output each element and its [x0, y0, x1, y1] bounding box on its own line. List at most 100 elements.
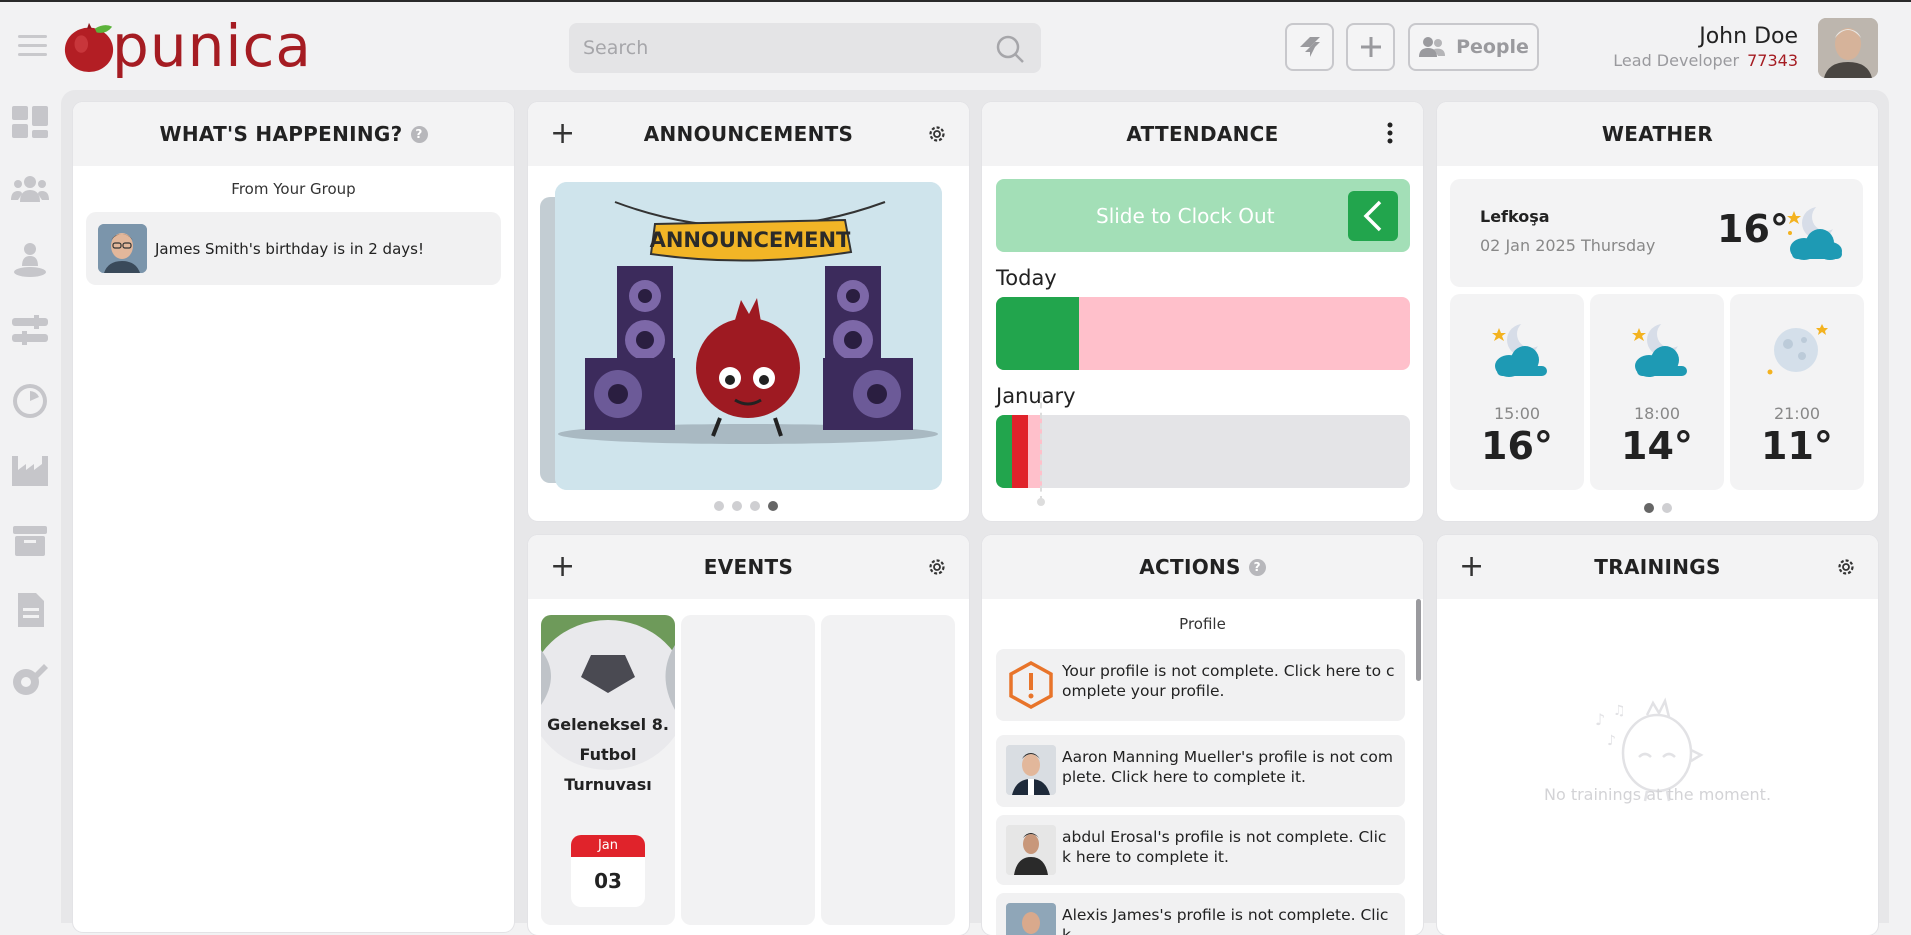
- action-item[interactable]: Your profile is not complete. Click here…: [996, 649, 1405, 721]
- forecast-item: 18:00 14°: [1590, 294, 1724, 490]
- settings-sliders-icon[interactable]: [10, 310, 50, 350]
- logo-text: punica: [112, 12, 312, 80]
- avatar[interactable]: [1818, 18, 1878, 78]
- help-icon[interactable]: ?: [410, 125, 428, 143]
- event-date-badge: Jan 03: [571, 835, 645, 907]
- actions-header: ACTIONS ?: [982, 535, 1423, 599]
- action-text: Alexis James's profile is not complete. …: [1062, 906, 1389, 935]
- people-button[interactable]: People: [1408, 23, 1539, 71]
- edit-settings-icon[interactable]: [10, 660, 50, 700]
- search-input[interactable]: [569, 23, 969, 73]
- scrollbar[interactable]: [1416, 599, 1421, 681]
- avatar: [1006, 825, 1056, 875]
- add-button[interactable]: [1346, 23, 1395, 71]
- month-progress-bar: [996, 415, 1410, 488]
- weather-title: WEATHER: [1601, 122, 1714, 146]
- events-title: EVENTS: [703, 555, 794, 579]
- forecast-time: 15:00: [1493, 404, 1541, 423]
- svg-text:♪: ♪: [1595, 710, 1605, 729]
- forecast-item: 15:00 16°: [1450, 294, 1584, 490]
- actions-title: ACTIONS: [1139, 555, 1241, 579]
- empty-state-text: No trainings at the moment.: [1543, 785, 1772, 804]
- user-name[interactable]: John Doe: [1699, 24, 1798, 49]
- moon-cloud-icon: [1632, 320, 1687, 377]
- action-item[interactable]: Aaron Manning Mueller's profile is not c…: [996, 735, 1405, 807]
- add-event-button[interactable]: +: [550, 552, 575, 582]
- avatar: [98, 224, 147, 273]
- gear-icon[interactable]: [1836, 557, 1856, 577]
- list-item[interactable]: James Smith's birthday is in 2 days!: [86, 212, 501, 285]
- attendance-title: ATTENDANCE: [1126, 122, 1279, 146]
- month-label: January: [996, 384, 1076, 408]
- events-header: + EVENTS: [528, 535, 969, 599]
- weather-card: WEATHER Lefkoşa 02 Jan 2025 Thursday 16°…: [1437, 102, 1878, 521]
- actions-card: ACTIONS ? Profile Your profile is not co…: [982, 535, 1423, 935]
- carousel-dots: [714, 501, 778, 511]
- today-marker-line: [1040, 392, 1042, 502]
- people-icon: [1419, 37, 1446, 57]
- weather-city: Lefkoşa: [1480, 207, 1550, 226]
- month-segment-absent: [1012, 415, 1028, 488]
- carousel-dot[interactable]: [714, 501, 724, 511]
- whats-happening-header: WHAT'S HAPPENING? ?: [73, 102, 514, 166]
- today-marker-dot: [1037, 498, 1045, 506]
- top-bar: punica People John Doe Lead Developer773: [0, 0, 1911, 90]
- archive-icon[interactable]: [10, 520, 50, 560]
- today-progress-bar: [996, 297, 1410, 370]
- weather-header: WEATHER: [1437, 102, 1878, 166]
- event-day: 03: [594, 869, 622, 893]
- team-icon[interactable]: [10, 170, 50, 210]
- event-card-placeholder: [821, 615, 955, 925]
- events-card: + EVENTS Geleneksel 8. Futbol Turnuvası …: [528, 535, 969, 935]
- document-icon[interactable]: [10, 590, 50, 630]
- person-icon[interactable]: [10, 240, 50, 280]
- attendance-header: ATTENDANCE: [982, 102, 1423, 166]
- carousel-dot-active[interactable]: [768, 501, 778, 511]
- whats-happening-subtitle: From Your Group: [231, 180, 356, 198]
- carousel-dot[interactable]: [1662, 503, 1672, 513]
- carousel-dot[interactable]: [750, 501, 760, 511]
- carousel-dot-active[interactable]: [1644, 503, 1654, 513]
- forecast-temp: 14°: [1621, 424, 1693, 468]
- avatar: [1006, 903, 1056, 935]
- forecast-time: 21:00: [1773, 404, 1821, 423]
- gear-icon[interactable]: [927, 557, 947, 577]
- search-box[interactable]: [569, 23, 1041, 73]
- search-icon[interactable]: [995, 34, 1025, 64]
- slider-handle[interactable]: [1348, 191, 1398, 241]
- action-item[interactable]: Alexis James's profile is not complete. …: [996, 893, 1405, 935]
- month-segment-present: [996, 415, 1012, 488]
- chevron-left-icon: [1363, 200, 1382, 232]
- user-code: 77343: [1747, 51, 1798, 70]
- user-role: Lead Developer 77343: [1613, 51, 1798, 70]
- clock-icon[interactable]: [10, 380, 50, 420]
- forecast-item: 21:00 11°: [1730, 294, 1864, 490]
- forecast-temp: 16°: [1481, 424, 1553, 468]
- factory-icon[interactable]: [10, 450, 50, 490]
- jira-icon: [1299, 37, 1320, 57]
- jira-button[interactable]: [1285, 23, 1334, 71]
- actions-subtitle: Profile: [1179, 615, 1226, 633]
- current-weather: Lefkoşa 02 Jan 2025 Thursday 16°: [1450, 179, 1863, 287]
- hamburger-menu-icon[interactable]: [18, 35, 47, 57]
- list-item-text: James Smith's birthday is in 2 days!: [155, 239, 424, 258]
- user-role-text: Lead Developer: [1613, 51, 1740, 70]
- action-item[interactable]: abdul Erosal's profile is not complete. …: [996, 815, 1405, 885]
- event-month: Jan: [571, 835, 645, 857]
- announcement-image[interactable]: ANNOUNCEMENT: [555, 182, 942, 490]
- today-progress-fill: [996, 297, 1079, 370]
- clock-out-slider[interactable]: Slide to Clock Out: [996, 179, 1410, 252]
- weather-dots: [1644, 503, 1672, 513]
- event-title-line: Turnuvası: [564, 775, 652, 794]
- more-options-icon[interactable]: [1387, 122, 1393, 144]
- carousel-dot[interactable]: [732, 501, 742, 511]
- forecast-time: 18:00: [1633, 404, 1681, 423]
- help-icon[interactable]: ?: [1248, 558, 1266, 576]
- dashboard-icon[interactable]: [10, 102, 50, 142]
- logo[interactable]: punica: [62, 12, 312, 80]
- action-text: Aaron Manning Mueller's profile is not c…: [1062, 748, 1393, 786]
- add-announcement-button[interactable]: +: [550, 119, 575, 149]
- add-training-button[interactable]: +: [1459, 552, 1484, 582]
- event-card[interactable]: Geleneksel 8. Futbol Turnuvası Jan 03: [541, 615, 675, 925]
- gear-icon[interactable]: [927, 124, 947, 144]
